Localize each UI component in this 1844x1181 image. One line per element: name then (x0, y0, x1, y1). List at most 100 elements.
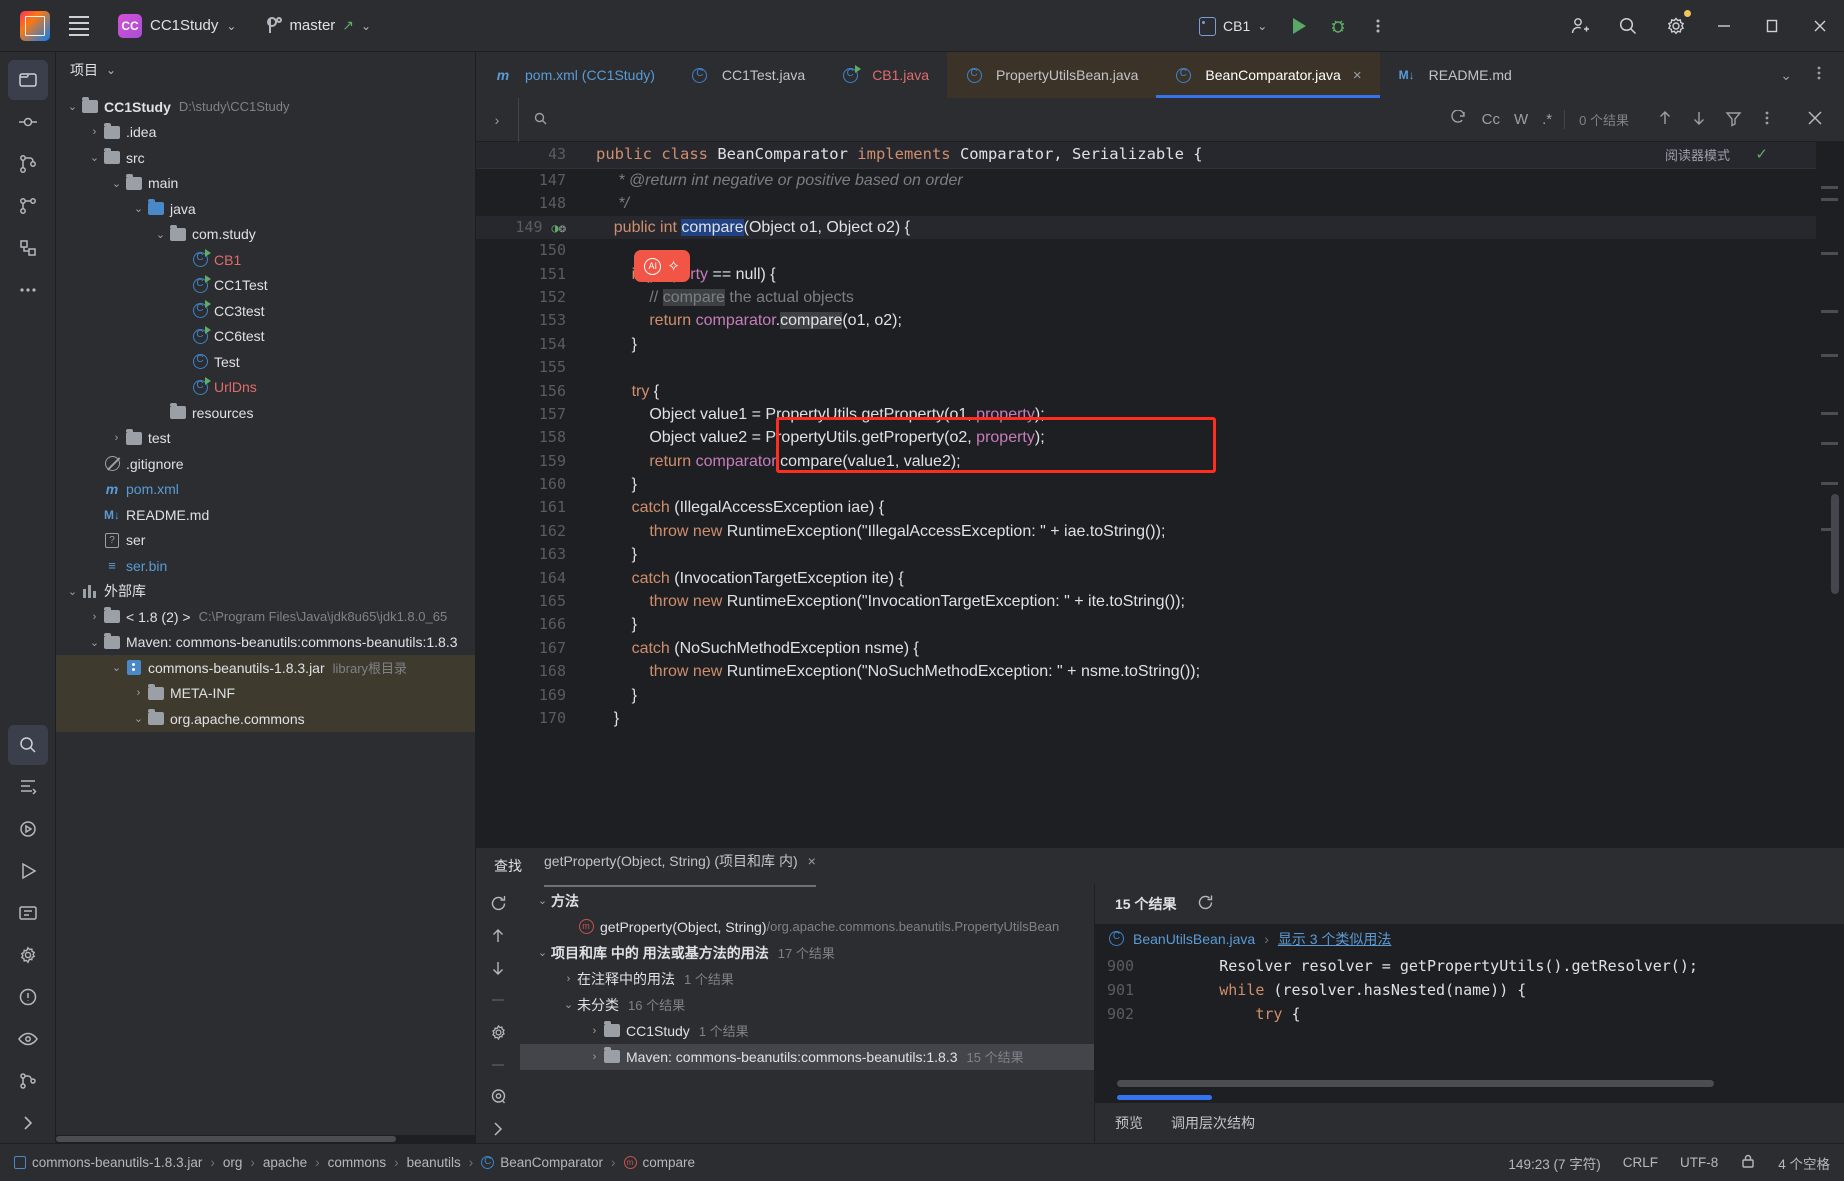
code-editor[interactable]: 43 public class BeanComparator implement… (476, 142, 1844, 847)
editor-scrollbar-thumb[interactable] (1831, 494, 1839, 594)
editor-tab-bar[interactable]: m pom.xml (CC1Study) CC1Test.java CB1.java P… (476, 52, 1844, 98)
project-tree-item[interactable]: › .idea (56, 120, 475, 146)
code-line[interactable]: 153 return comparator.compare(o1, o2); (476, 309, 1816, 332)
chevron-right-icon[interactable]: › (560, 973, 577, 985)
chevron-down-icon[interactable]: ⌄ (130, 202, 147, 215)
search-everywhere-button[interactable] (1604, 0, 1652, 52)
code-line[interactable]: 152 // compare the actual objects (476, 286, 1816, 309)
next-match-icon[interactable] (1691, 109, 1707, 130)
editor-tab[interactable]: M↓ README.md (1380, 52, 1530, 98)
prev-match-icon[interactable] (1657, 109, 1673, 130)
project-tree-item[interactable]: ⌄ com.study (56, 222, 475, 248)
code-scroll-area[interactable]: 43 public class BeanComparator implement… (476, 142, 1816, 847)
find-result-item[interactable]: m getProperty(Object, String)/org.apache.… (520, 914, 1094, 940)
find-window-tab[interactable]: getProperty(Object, String) (项目和库 内) × (544, 851, 816, 887)
chevron-down-icon[interactable]: ⌄ (64, 100, 81, 113)
project-tree-item[interactable]: › < 1.8 (2) > C:\Program Files\Java\jdk8u6… (56, 604, 475, 630)
hamburger-menu-icon[interactable] (62, 9, 96, 43)
code-line[interactable]: 154 } (476, 333, 1816, 356)
project-tree-item[interactable]: CC1Test (56, 273, 475, 299)
code-lines[interactable]: 147 * @return int negative or positive b… (476, 142, 1816, 730)
project-tree-item[interactable]: ⌄ java (56, 196, 475, 222)
chevron-down-icon[interactable]: ⌄ (534, 946, 551, 959)
project-selector[interactable]: CC CC1Study ⌄ (110, 10, 244, 42)
project-tree-item[interactable]: ⌄ 外部库 (56, 579, 475, 605)
next-occurrence-icon[interactable] (482, 954, 514, 982)
sidebar-item-git[interactable] (8, 1061, 48, 1101)
filter-icon[interactable] (1725, 110, 1742, 130)
chevron-down-icon[interactable]: ⌄ (86, 151, 103, 164)
project-tree-item[interactable]: M↓ README.md (56, 502, 475, 528)
code-line[interactable]: 149 ◑❂ public int compare(Object o1, Obj… (476, 215, 1816, 240)
reader-mode-label[interactable]: 阅读器模式 (1665, 145, 1730, 164)
sidebar-item-structure[interactable] (8, 228, 48, 268)
chevron-down-icon[interactable]: ⌄ (534, 894, 551, 907)
code-line[interactable]: 147 * @return int negative or positive b… (476, 169, 1816, 192)
find-settings-icon[interactable] (482, 1018, 514, 1046)
prev-occurrence-icon[interactable] (482, 922, 514, 950)
chevron-right-icon[interactable]: › (108, 432, 125, 444)
sidebar-item-todo[interactable] (8, 893, 48, 933)
find-result-item[interactable]: › CC1Study 1 个结果 (520, 1018, 1094, 1044)
preview-file-name[interactable]: BeanUtilsBean.java (1133, 931, 1255, 947)
chevron-right-icon[interactable]: › (130, 687, 147, 699)
project-tree-item[interactable]: ⌄ main (56, 171, 475, 197)
project-tree[interactable]: ⌄ CC1Study D:\study\CC1Study › .idea ⌄ src ⌄ mai… (56, 88, 475, 1135)
more-options-icon[interactable] (1804, 64, 1834, 87)
project-tree-item[interactable]: ⌄ CC1Study D:\study\CC1Study (56, 94, 475, 120)
project-tree-item[interactable]: ⌄ commons-beanutils-1.8.3.jar library根目录 (56, 655, 475, 681)
sidebar-item-structure-bottom[interactable] (8, 767, 48, 807)
line-separator[interactable]: CRLF (1623, 1155, 1658, 1170)
project-tree-item[interactable]: ⌄ src (56, 145, 475, 171)
scope-icon[interactable] (482, 1083, 514, 1111)
sidebar-item-find[interactable] (7, 725, 48, 765)
breadcrumb-item[interactable]: commons (328, 1155, 387, 1170)
chevron-down-icon[interactable]: ⌄ (108, 661, 125, 674)
preview-file-row[interactable]: BeanUtilsBean.java › 显示 3 个类似用法 (1095, 924, 1844, 954)
project-tree-item[interactable]: CB1 (56, 247, 475, 273)
more-icon[interactable] (1760, 109, 1774, 130)
maximize-button[interactable] (1748, 0, 1796, 52)
breadcrumb-item[interactable]: beanutils (407, 1155, 461, 1170)
find-result-item[interactable]: ⌄ 方法 (520, 888, 1094, 914)
code-line[interactable]: 161 catch (IllegalAccessException iae) { (476, 496, 1816, 519)
find-preview-content[interactable]: BeanUtilsBean.java › 显示 3 个类似用法 900 Reso… (1095, 923, 1844, 1103)
code-line[interactable]: 157 Object value1 = PropertyUtils.getPro… (476, 403, 1816, 426)
sidebar-item-more-tools[interactable] (8, 270, 48, 310)
run-configuration-selector[interactable]: CB1 ⌄ (1190, 12, 1276, 41)
settings-button[interactable] (1652, 0, 1700, 52)
chevron-down-icon[interactable]: ⌄ (106, 63, 116, 77)
add-collaborator-button[interactable] (1556, 0, 1604, 52)
code-line[interactable]: 166 } (476, 613, 1816, 636)
editor-tab[interactable]: PropertyUtilsBean.java (947, 52, 1157, 98)
git-branch-selector[interactable]: master ↗ ⌄ (258, 13, 379, 39)
close-button[interactable] (1796, 0, 1844, 52)
chevron-down-icon[interactable]: ⌄ (560, 998, 577, 1011)
project-tree-item[interactable]: ⌄ Maven: commons-beanutils:commons-beanut… (56, 630, 475, 656)
breadcrumb-item[interactable]: BeanComparator (481, 1154, 603, 1170)
chevron-down-icon[interactable]: ⌄ (152, 228, 169, 241)
file-encoding[interactable]: UTF-8 (1680, 1155, 1718, 1170)
match-case-toggle[interactable]: Cc (1482, 111, 1500, 128)
rerun-icon[interactable] (482, 890, 514, 918)
code-line[interactable]: 160 } (476, 473, 1816, 496)
sidebar-item-expand[interactable] (8, 1103, 48, 1143)
code-line[interactable]: 170 } (476, 707, 1816, 730)
indent-setting[interactable]: 4 个空格 (1778, 1153, 1830, 1173)
editor-tab[interactable]: BeanComparator.java × (1156, 52, 1380, 98)
tab-call-hierarchy[interactable]: 调用层次结构 (1171, 1113, 1255, 1133)
code-line[interactable]: 148 */ (476, 192, 1816, 215)
project-tree-item[interactable]: › test (56, 426, 475, 452)
project-tree-item[interactable]: .gitignore (56, 451, 475, 477)
read-only-icon[interactable] (1740, 1152, 1756, 1173)
regex-history-icon[interactable] (1448, 109, 1468, 129)
find-input-wrap[interactable] (518, 97, 1448, 142)
preview-hscrollbar[interactable] (1117, 1080, 1714, 1087)
code-line[interactable]: 162 throw new RuntimeException("IllegalA… (476, 520, 1816, 543)
editor-tab[interactable]: m pom.xml (CC1Study) (476, 52, 673, 98)
chevron-down-icon[interactable]: ⌄ (64, 585, 81, 598)
project-tree-item[interactable]: CC3test (56, 298, 475, 324)
sidebar-item-problems[interactable] (8, 977, 48, 1017)
breadcrumb-item[interactable]: org (223, 1155, 243, 1170)
find-input[interactable] (556, 111, 1448, 128)
